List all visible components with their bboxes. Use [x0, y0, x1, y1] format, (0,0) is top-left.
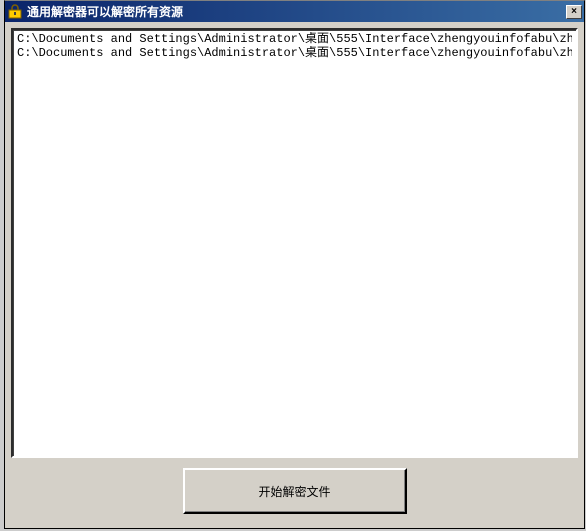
- window-title: 通用解密器可以解密所有资源: [27, 3, 566, 20]
- close-icon: ×: [571, 6, 577, 17]
- list-item: C:\Documents and Settings\Administrator\…: [17, 46, 572, 60]
- decrypt-button-label: 开始解密文件: [258, 483, 330, 500]
- app-icon: [7, 4, 23, 20]
- button-area: 开始解密文件: [11, 458, 578, 524]
- titlebar[interactable]: 通用解密器可以解密所有资源 ×: [5, 1, 584, 22]
- decrypt-button[interactable]: 开始解密文件: [183, 468, 407, 514]
- close-button[interactable]: ×: [566, 5, 582, 19]
- list-item: C:\Documents and Settings\Administrator\…: [17, 32, 572, 46]
- file-list-panel[interactable]: C:\Documents and Settings\Administrator\…: [11, 28, 578, 458]
- client-area: C:\Documents and Settings\Administrator\…: [5, 22, 584, 528]
- main-window: 通用解密器可以解密所有资源 × C:\Documents and Setting…: [4, 0, 585, 529]
